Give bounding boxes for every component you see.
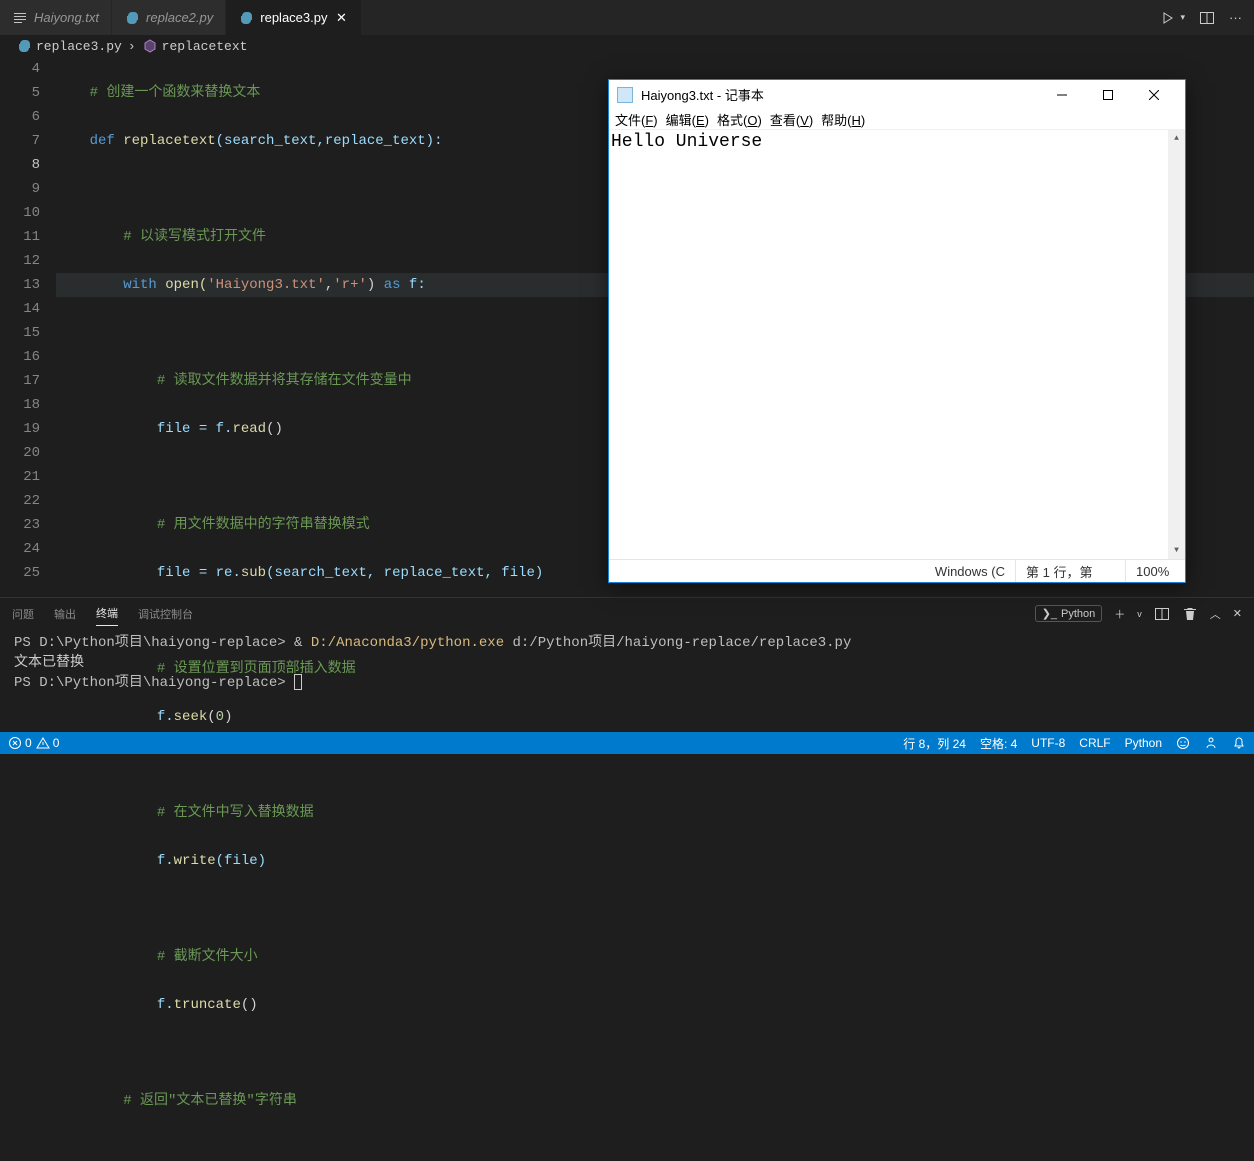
tab-replace3[interactable]: replace3.py ✕ bbox=[226, 0, 362, 35]
python-file-icon bbox=[238, 10, 254, 26]
menu-edit[interactable]: 编辑(E) bbox=[666, 110, 709, 129]
notepad-app-icon bbox=[617, 87, 633, 103]
tab-label: replace2.py bbox=[146, 10, 213, 25]
breadcrumb-file-label: replace3.py bbox=[36, 39, 122, 54]
maximize-button[interactable] bbox=[1085, 80, 1131, 109]
editor-toolbar: ▾ ··· bbox=[1160, 0, 1254, 35]
breadcrumb-symbol[interactable]: replacetext bbox=[142, 38, 248, 54]
minimize-button[interactable] bbox=[1039, 80, 1085, 109]
notepad-menu: 文件(F) 编辑(E) 格式(O) 查看(V) 帮助(H) bbox=[609, 109, 1185, 130]
breadcrumb-symbol-label: replacetext bbox=[162, 39, 248, 54]
method-icon bbox=[142, 38, 158, 54]
tab-haiyong-txt[interactable]: Haiyong.txt bbox=[0, 0, 112, 35]
scroll-up-icon[interactable]: ▲ bbox=[1168, 130, 1185, 147]
notepad-content: Hello Universe bbox=[611, 132, 762, 152]
status-errors[interactable]: 0 bbox=[8, 736, 32, 750]
notepad-scrollbar[interactable]: ▲ ▼ bbox=[1168, 130, 1185, 559]
scroll-down-icon[interactable]: ▼ bbox=[1168, 542, 1185, 559]
notepad-window[interactable]: Haiyong3.txt - 记事本 文件(F) 编辑(E) 格式(O) 查看(… bbox=[608, 79, 1186, 583]
tab-replace2[interactable]: replace2.py bbox=[112, 0, 226, 35]
notepad-textarea[interactable]: Hello Universe ▲ ▼ bbox=[609, 130, 1185, 559]
np-status-pos: 第 1 行，第 bbox=[1015, 560, 1125, 582]
notepad-title: Haiyong3.txt - 记事本 bbox=[641, 85, 764, 104]
tab-label: replace3.py bbox=[260, 10, 327, 25]
np-status-zoom: 100% bbox=[1125, 560, 1185, 582]
chevron-right-icon: › bbox=[128, 39, 136, 54]
text-file-icon bbox=[12, 10, 28, 26]
breadcrumb-file[interactable]: replace3.py bbox=[16, 38, 122, 54]
tab-label: Haiyong.txt bbox=[34, 10, 99, 25]
close-icon[interactable]: ✕ bbox=[333, 10, 349, 26]
python-file-icon bbox=[16, 38, 32, 54]
python-file-icon bbox=[124, 10, 140, 26]
np-status-enc: Windows (C bbox=[925, 560, 1015, 582]
menu-view[interactable]: 查看(V) bbox=[770, 110, 813, 129]
tab-problems[interactable]: 问题 bbox=[12, 602, 34, 626]
close-button[interactable] bbox=[1131, 80, 1177, 109]
run-icon[interactable] bbox=[1160, 10, 1176, 26]
menu-help[interactable]: 帮助(H) bbox=[821, 110, 865, 129]
menu-format[interactable]: 格式(O) bbox=[717, 110, 762, 129]
split-editor-icon[interactable] bbox=[1199, 10, 1215, 26]
more-icon[interactable]: ··· bbox=[1229, 10, 1242, 25]
editor-tabs: Haiyong.txt replace2.py replace3.py ✕ ▾ … bbox=[0, 0, 1254, 35]
run-dropdown-icon[interactable]: ▾ bbox=[1180, 12, 1185, 23]
notepad-titlebar[interactable]: Haiyong3.txt - 记事本 bbox=[609, 80, 1185, 109]
line-gutter: 4567 891011 12131415 16171819 20212223 2… bbox=[0, 57, 56, 597]
menu-file[interactable]: 文件(F) bbox=[615, 110, 658, 129]
breadcrumb[interactable]: replace3.py › replacetext bbox=[0, 35, 1254, 57]
notepad-statusbar: Windows (C 第 1 行，第 100% bbox=[609, 559, 1185, 582]
